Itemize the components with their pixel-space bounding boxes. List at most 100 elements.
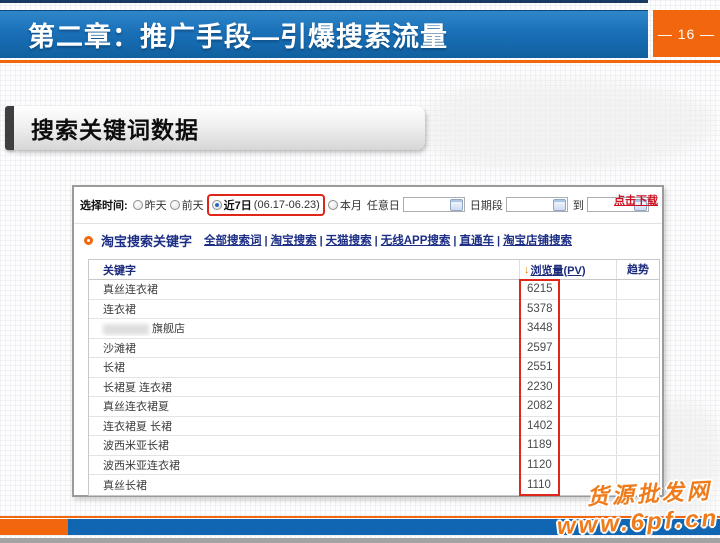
heading-left-edge: [5, 106, 14, 150]
radio-icon[interactable]: [328, 200, 338, 210]
table-row: 沙滩裙2597: [89, 339, 659, 359]
highlight-box-last7days: 近7日(06.17-06.23): [207, 194, 325, 216]
table-header: 关键字 ↓浏览量(PV) 趋势: [89, 260, 659, 280]
divider: [74, 223, 662, 224]
radio-label: 前天: [182, 197, 204, 213]
header-underline: [0, 60, 720, 63]
page-number: — 16 —: [658, 26, 715, 42]
keyword-cell: 沙滩裙: [89, 340, 519, 356]
pv-cell: 5378: [519, 300, 616, 319]
date-range-to-label: 到: [573, 197, 584, 213]
pv-cell: 2551: [519, 358, 616, 377]
keyword-cell: 波西米亚长裙: [89, 437, 519, 453]
tab-separator: |: [372, 235, 381, 247]
radio-option-day-before[interactable]: 前天: [170, 197, 204, 213]
tab-3[interactable]: 天猫搜索: [326, 235, 372, 247]
tab-6[interactable]: 淘宝店铺搜索: [503, 235, 572, 247]
radio-option-yesterday[interactable]: 昨天: [133, 197, 167, 213]
censored-blur: [103, 324, 149, 335]
radio-icon[interactable]: [133, 200, 143, 210]
pv-cell: 1189: [519, 436, 616, 455]
table-body: 真丝连衣裙6215连衣裙5378旗舰店3448沙滩裙2597长裙2551长裙夏 …: [89, 280, 659, 495]
date-range-start-input[interactable]: [506, 197, 568, 212]
trend-cell: [616, 436, 659, 455]
watermark: 货源批发网 www.6pf.cn: [554, 473, 719, 541]
world-map-watermark: [425, 80, 715, 170]
table-row: 波西米亚长裙1189: [89, 436, 659, 456]
tab-separator: |: [317, 235, 326, 247]
toolbar-title: 淘宝搜索关键字: [101, 231, 192, 250]
keyword-cell: 旗舰店: [89, 320, 519, 336]
pv-cell: 1120: [519, 456, 616, 475]
radio-selected-icon[interactable]: [212, 200, 222, 210]
pv-cell: 6215: [519, 280, 616, 299]
time-filter-label: 选择时间:: [80, 197, 128, 213]
trend-cell: [616, 417, 659, 436]
pv-cell: 1402: [519, 417, 616, 436]
table-row: 真丝连衣裙6215: [89, 280, 659, 300]
calendar-icon[interactable]: [450, 199, 463, 211]
section-title: 搜索关键词数据: [14, 111, 199, 145]
slide: 第二章：推广手段—引爆搜索流量 — 16 — 搜索关键词数据 选择时间: 昨天 …: [0, 0, 720, 543]
tab-separator: |: [494, 235, 503, 247]
keyword-cell: 真丝连衣裙夏: [89, 398, 519, 414]
heading-plate: 搜索关键词数据: [14, 106, 425, 150]
radio-label: 本月: [340, 197, 362, 213]
keyword-cell: 连衣裙夏 长裙: [89, 418, 519, 434]
footer-orange-block: [0, 519, 68, 535]
keyword-cell: 长裙: [89, 359, 519, 375]
keyword-cell: 真丝连衣裙: [89, 281, 519, 297]
trend-cell: [616, 300, 659, 319]
download-link[interactable]: 点击下载: [614, 192, 658, 208]
table-row: 波西米亚连衣裙1120: [89, 456, 659, 476]
trend-cell: [616, 456, 659, 475]
pv-header-label: 浏览量(PV): [531, 262, 586, 278]
keyword-cell: 真丝长裙: [89, 477, 519, 493]
sort-desc-icon: ↓: [524, 264, 530, 276]
keyword-table: 关键字 ↓浏览量(PV) 趋势 真丝连衣裙6215连衣裙5378旗舰店3448沙…: [88, 259, 660, 496]
trend-cell: [616, 378, 659, 397]
radio-label: 昨天: [145, 197, 167, 213]
tab-1[interactable]: 全部搜索词: [204, 235, 262, 247]
column-header-keyword: 关键字: [89, 262, 519, 278]
slide-title: 第二章：推广手段—引爆搜索流量: [0, 15, 448, 54]
table-row: 旗舰店3448: [89, 319, 659, 339]
trend-cell: [616, 319, 659, 338]
any-day-input[interactable]: [403, 197, 465, 212]
trend-cell: [616, 339, 659, 358]
column-header-trend: 趋势: [616, 260, 659, 279]
date-range-label: (06.17-06.23): [254, 199, 320, 211]
section-heading: 搜索关键词数据: [5, 106, 425, 150]
pv-cell: 3448: [519, 319, 616, 338]
keyword-cell: 长裙夏 连衣裙: [89, 379, 519, 395]
tab-4[interactable]: 无线APP搜索: [381, 235, 451, 247]
time-filter-row: 选择时间: 昨天 前天 近7日(06.17-06.23) 本月 任意日: [80, 187, 660, 222]
keyword-cell: 波西米亚连衣裙: [89, 457, 519, 473]
radio-option-month[interactable]: 本月: [328, 197, 362, 213]
bullet-ring-icon: [84, 236, 93, 245]
slide-title-bar: 第二章：推广手段—引爆搜索流量: [0, 10, 648, 58]
keyword-cell: 连衣裙: [89, 301, 519, 317]
table-row: 真丝连衣裙夏2082: [89, 397, 659, 417]
date-range-start-label: 日期段: [470, 197, 503, 213]
pv-cell: 2230: [519, 378, 616, 397]
pv-cell: 2082: [519, 397, 616, 416]
table-row: 连衣裙5378: [89, 300, 659, 320]
toolbar-row: 淘宝搜索关键字 全部搜索词|淘宝搜索|天猫搜索|无线APP搜索|直通车|淘宝店铺…: [84, 227, 656, 253]
trend-cell: [616, 358, 659, 377]
table-row: 连衣裙夏 长裙1402: [89, 417, 659, 437]
column-header-pv[interactable]: ↓浏览量(PV): [519, 260, 616, 279]
pv-cell: 2597: [519, 339, 616, 358]
trend-cell: [616, 280, 659, 299]
table-row: 长裙夏 连衣裙2230: [89, 378, 659, 398]
calendar-icon[interactable]: [553, 199, 566, 211]
tab-separator: |: [262, 235, 271, 247]
radio-icon[interactable]: [170, 200, 180, 210]
radio-option-last7days[interactable]: 近7日(06.17-06.23): [212, 197, 320, 213]
any-day-label: 任意日: [367, 197, 400, 213]
tab-5[interactable]: 直通车: [459, 235, 494, 247]
trend-cell: [616, 397, 659, 416]
tab-2[interactable]: 淘宝搜索: [271, 235, 317, 247]
screenshot-panel: 选择时间: 昨天 前天 近7日(06.17-06.23) 本月 任意日: [72, 185, 664, 497]
table-row: 长裙2551: [89, 358, 659, 378]
